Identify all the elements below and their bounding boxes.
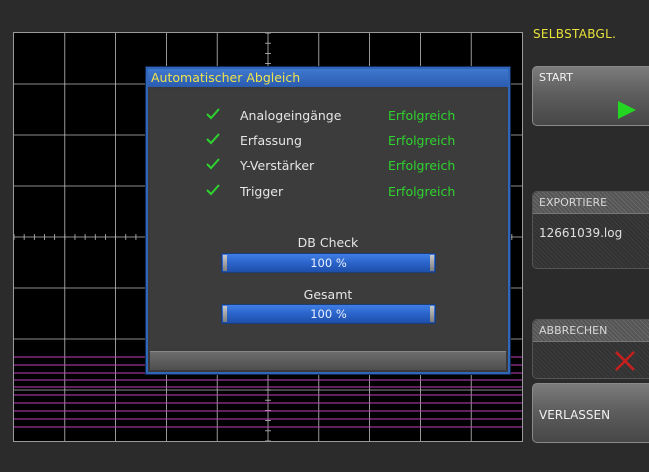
checkmark-icon	[206, 108, 220, 120]
checkmark-icon	[206, 184, 220, 196]
step-result: Erfolgreich	[388, 108, 456, 123]
dialog-footer	[150, 351, 506, 370]
exit-label: VERLASSEN	[539, 408, 611, 422]
abort-label: ABBRECHEN	[533, 320, 649, 342]
export-filename: 12661039.log	[539, 226, 623, 240]
total-label: Gesamt	[303, 287, 353, 302]
checkmark-icon	[206, 133, 220, 145]
step-name: Erfassung	[240, 133, 302, 148]
step-name: Analogeingänge	[240, 108, 342, 123]
menu-title: SELBSTABGL.	[533, 27, 617, 41]
exit-button[interactable]: VERLASSEN	[532, 383, 649, 443]
dialog-title: Automatischer Abgleich	[148, 69, 508, 87]
step-result: Erfolgreich	[388, 133, 456, 148]
step-name: Trigger	[240, 184, 284, 199]
db-check-percent: 100 %	[310, 256, 347, 270]
abort-button[interactable]: ABBRECHEN	[532, 319, 649, 379]
start-button[interactable]: START	[532, 66, 649, 126]
play-icon	[618, 101, 636, 119]
export-label: EXPORTIERE	[533, 192, 649, 214]
dialog-body: Analogeingänge Erfolgreich Erfassung Erf…	[150, 89, 506, 349]
checkmark-icon	[206, 158, 220, 170]
db-check-progress-bar: 100 %	[221, 253, 436, 273]
total-progress-bar: 100 %	[221, 304, 436, 324]
step-result: Erfolgreich	[388, 158, 456, 173]
start-label: START	[539, 71, 573, 84]
x-icon	[615, 351, 635, 371]
step-name: Y-Verstärker	[240, 158, 315, 173]
total-percent: 100 %	[310, 307, 347, 321]
calibration-dialog: Automatischer Abgleich Analogeingänge Er…	[146, 67, 510, 374]
step-result: Erfolgreich	[388, 184, 456, 199]
export-panel[interactable]: EXPORTIERE 12661039.log	[532, 191, 649, 269]
db-check-label: DB Check	[297, 235, 359, 250]
